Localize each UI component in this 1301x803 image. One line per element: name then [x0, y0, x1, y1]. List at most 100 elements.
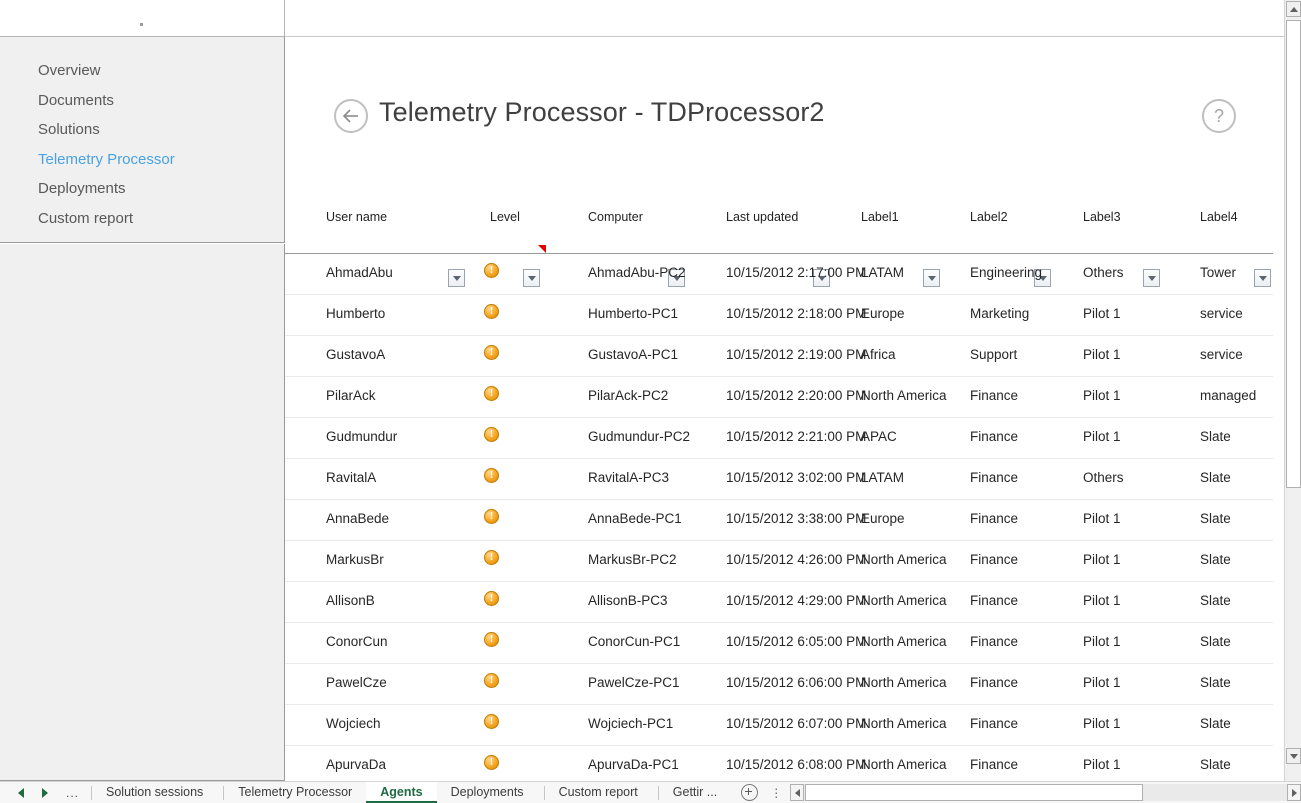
sheet-tab-custom-report[interactable]: Custom report: [545, 782, 652, 803]
table-row[interactable]: WojciechWojciech-PC110/15/2012 6:07:00 P…: [285, 705, 1273, 746]
cell-last-updated: 10/15/2012 3:38:00 PM: [726, 511, 866, 526]
cell-computer: AnnaBede-PC1: [588, 511, 682, 526]
column-header-label4[interactable]: Label4: [1200, 210, 1238, 224]
cell-user-name: PilarAck: [326, 388, 376, 403]
sheet-nav-arrows: ...: [0, 786, 85, 800]
table-row[interactable]: AnnaBedeAnnaBede-PC110/15/2012 3:38:00 P…: [285, 500, 1273, 541]
sheet-tab-getting-started[interactable]: Gettir ...: [659, 782, 731, 803]
table-row[interactable]: ConorCunConorCun-PC110/15/2012 6:05:00 P…: [285, 623, 1273, 664]
cell-label2: Finance: [970, 552, 1018, 567]
scroll-down-button[interactable]: [1286, 748, 1301, 764]
nav-item-custom-report[interactable]: Custom report: [38, 204, 284, 234]
cell-user-name: PawelCze: [326, 675, 387, 690]
nav-item-documents[interactable]: Documents: [38, 86, 284, 116]
nav-item-deployments[interactable]: Deployments: [38, 174, 284, 204]
table-header-row: User name Level Computer Last updated La…: [285, 197, 1273, 254]
cell-last-updated: 10/15/2012 6:08:00 PM: [726, 757, 866, 772]
warning-glyph: !: [490, 511, 493, 522]
sheet-more-button[interactable]: ...: [66, 786, 79, 800]
cell-last-updated: 10/15/2012 2:17:00 PM: [726, 265, 866, 280]
nav-item-solutions[interactable]: Solutions: [38, 115, 284, 145]
cell-computer: AhmadAbu-PC2: [588, 265, 686, 280]
cell-label4: Tower: [1200, 265, 1236, 280]
cell-label2: Finance: [970, 470, 1018, 485]
cell-computer: PilarAck-PC2: [588, 388, 668, 403]
cell-computer: ConorCun-PC1: [588, 634, 680, 649]
vertical-scrollbar[interactable]: [1284, 0, 1301, 781]
back-arrow-icon[interactable]: [334, 99, 368, 133]
help-circle-icon[interactable]: ?: [1202, 99, 1236, 133]
table-row[interactable]: GustavoAGustavoA-PC110/15/2012 2:19:00 P…: [285, 336, 1273, 377]
cell-computer: RavitalA-PC3: [588, 470, 669, 485]
column-header-label1[interactable]: Label1: [861, 210, 899, 224]
grid-artifact-dot: [140, 23, 143, 26]
table-row[interactable]: GudmundurGudmundur-PC210/15/2012 2:21:00…: [285, 418, 1273, 459]
cell-computer: AllisonB-PC3: [588, 593, 668, 608]
warning-icon: !: [484, 673, 499, 688]
cell-user-name: GustavoA: [326, 347, 385, 362]
scroll-up-button[interactable]: [1286, 1, 1301, 17]
cell-label4: Slate: [1200, 757, 1231, 772]
cell-label2: Finance: [970, 675, 1018, 690]
vertical-scrollbar-thumb[interactable]: [1286, 20, 1301, 488]
column-header-label2[interactable]: Label2: [970, 210, 1008, 224]
table-row[interactable]: AllisonBAllisonB-PC310/15/2012 4:29:00 P…: [285, 582, 1273, 623]
warning-glyph: !: [490, 429, 493, 440]
cell-label1: North America: [861, 552, 947, 567]
nav-item-overview[interactable]: Overview: [38, 56, 284, 86]
table-row[interactable]: RavitalARavitalA-PC310/15/2012 3:02:00 P…: [285, 459, 1273, 500]
cell-label2: Marketing: [970, 306, 1029, 321]
triangle-right-icon[interactable]: [42, 788, 48, 798]
cell-computer: Humberto-PC1: [588, 306, 678, 321]
cell-label1: North America: [861, 388, 947, 403]
column-header-computer[interactable]: Computer: [588, 210, 643, 224]
warning-glyph: !: [490, 552, 493, 563]
column-header-label3[interactable]: Label3: [1083, 210, 1121, 224]
hscroll-right-button[interactable]: [1287, 784, 1301, 801]
cell-last-updated: 10/15/2012 4:29:00 PM: [726, 593, 866, 608]
cell-label3: Pilot 1: [1083, 429, 1121, 444]
column-header-last-updated[interactable]: Last updated: [726, 210, 798, 224]
warning-glyph: !: [490, 634, 493, 645]
warning-icon: !: [484, 468, 499, 483]
sheet-tab-solution-sessions[interactable]: Solution sessions: [92, 782, 217, 803]
triangle-up-icon: [1290, 7, 1298, 12]
cell-label2: Finance: [970, 388, 1018, 403]
cell-label3: Pilot 1: [1083, 347, 1121, 362]
cell-computer: ApurvaDa-PC1: [588, 757, 679, 772]
cell-label3: Others: [1083, 265, 1124, 280]
sheet-tab-telemetry-processor[interactable]: Telemetry Processor: [224, 782, 366, 803]
agents-table: User name Level Computer Last updated La…: [285, 197, 1273, 781]
warning-icon: !: [484, 550, 499, 565]
warning-icon: !: [484, 345, 499, 360]
sheet-tab-agents[interactable]: Agents: [366, 782, 436, 803]
cell-label3: Pilot 1: [1083, 757, 1121, 772]
plus-circle-icon[interactable]: [741, 784, 758, 801]
navigation-panel: Overview Documents Solutions Telemetry P…: [0, 36, 285, 243]
table-row[interactable]: ApurvaDaApurvaDa-PC110/15/2012 6:08:00 P…: [285, 746, 1273, 781]
table-row[interactable]: HumbertoHumberto-PC110/15/2012 2:18:00 P…: [285, 295, 1273, 336]
navigation-list: Overview Documents Solutions Telemetry P…: [38, 56, 284, 233]
warning-glyph: !: [490, 470, 493, 481]
cell-label2: Finance: [970, 593, 1018, 608]
warning-icon: !: [484, 632, 499, 647]
column-header-user-name[interactable]: User name: [326, 210, 387, 224]
sheet-tab-deployments[interactable]: Deployments: [437, 782, 538, 803]
horizontal-scrollbar-thumb[interactable]: [805, 784, 1143, 801]
table-row[interactable]: PawelCzePawelCze-PC110/15/2012 6:06:00 P…: [285, 664, 1273, 705]
cell-label1: North America: [861, 716, 947, 731]
table-row[interactable]: MarkusBrMarkusBr-PC210/15/2012 4:26:00 P…: [285, 541, 1273, 582]
more-vertical-icon[interactable]: ⋮: [770, 788, 782, 798]
triangle-left-icon[interactable]: [18, 788, 24, 798]
nav-item-telemetry-processor[interactable]: Telemetry Processor: [38, 145, 284, 175]
table-row[interactable]: PilarAck PilarAck-PC2 10/15/2012 2:20:00 P…: [285, 377, 1273, 418]
table-body: AhmadAbuAhmadAbu-PC210/15/2012 2:17:00 P…: [285, 254, 1273, 781]
cell-last-updated: 10/15/2012 2:20:00 PM: [726, 388, 866, 403]
hscroll-left-button[interactable]: [790, 784, 804, 801]
cell-label1: North America: [861, 634, 947, 649]
table-row[interactable]: AhmadAbuAhmadAbu-PC210/15/2012 2:17:00 P…: [285, 254, 1273, 295]
cell-user-name: MarkusBr: [326, 552, 384, 567]
horizontal-scrollbar[interactable]: [790, 784, 1301, 801]
cell-label2: Finance: [970, 429, 1018, 444]
column-header-level[interactable]: Level: [490, 210, 520, 224]
